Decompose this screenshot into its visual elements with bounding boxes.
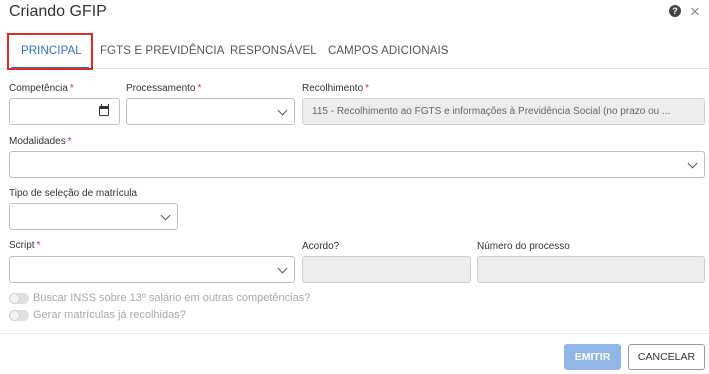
processamento-label: Processamento *: [126, 83, 202, 94]
script-label: Script *: [9, 240, 41, 251]
help-icon[interactable]: ?: [669, 5, 681, 17]
toggle-gerar-matriculas[interactable]: [9, 310, 29, 321]
toggle-knob: [9, 310, 20, 321]
calendar-button[interactable]: [89, 98, 120, 125]
toggle-gerar-matriculas-label: Gerar matrículas já recolhidas?: [33, 309, 186, 321]
tipo-selecao-label: Tipo de seleção de matrícula: [9, 188, 138, 199]
tipo-selecao-select[interactable]: [9, 203, 178, 230]
toggle-buscar-inss[interactable]: [9, 293, 29, 304]
cancelar-button[interactable]: CANCELAR: [628, 344, 705, 370]
script-select[interactable]: [9, 256, 295, 283]
tab-bar: PRINCIPAL FGTS E PREVIDÊNCIA RESPONSÁVEL…: [0, 33, 709, 69]
competencia-input[interactable]: [9, 98, 90, 125]
calendar-icon: [99, 104, 109, 116]
footer-divider: [0, 333, 709, 334]
numero-processo-label: Número do processo: [477, 241, 570, 252]
recolhimento-label: Recolhimento *: [302, 83, 370, 94]
chevron-down-icon: [277, 263, 288, 274]
emitir-button[interactable]: EMITIR: [564, 344, 621, 370]
tab-fgts-previdencia[interactable]: FGTS E PREVIDÊNCIA: [100, 33, 225, 69]
processamento-select[interactable]: [126, 98, 295, 125]
competencia-label: Competência *: [9, 83, 74, 94]
tab-responsavel[interactable]: RESPONSÁVEL: [230, 33, 317, 69]
chevron-down-icon: [160, 210, 171, 221]
recolhimento-field: 115 - Recolhimento ao FGTS e informações…: [302, 98, 705, 125]
modalidades-select[interactable]: [9, 151, 705, 178]
tab-highlight-box: [7, 33, 93, 70]
numero-processo-field: [477, 256, 705, 283]
acordo-field: [302, 256, 471, 283]
dialog-title: Criando GFIP: [9, 3, 107, 20]
recolhimento-value: 115 - Recolhimento ao FGTS e informações…: [312, 106, 671, 117]
toggle-knob: [9, 293, 20, 304]
chevron-down-icon: [687, 158, 698, 169]
modalidades-label: Modalidades *: [9, 136, 72, 147]
acordo-label: Acordo?: [302, 241, 340, 252]
chevron-down-icon: [277, 105, 288, 116]
close-icon[interactable]: ×: [690, 3, 700, 20]
tab-campos-adicionais[interactable]: CAMPOS ADICIONAIS: [328, 33, 449, 69]
toggle-buscar-inss-label: Buscar INSS sobre 13º salário em outras …: [33, 292, 311, 304]
